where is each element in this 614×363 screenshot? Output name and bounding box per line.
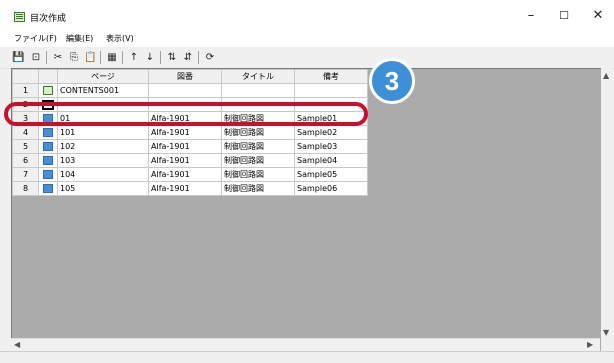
table-row[interactable]: 6 103 Alfa-1901 制御回路図 Sample04 <box>12 153 368 168</box>
menu-file[interactable]: ファイル(F) <box>14 33 57 44</box>
row-number[interactable]: 4 <box>12 125 39 140</box>
page-icon <box>43 156 53 165</box>
row-number[interactable]: 1 <box>12 83 39 98</box>
toolbar-separator <box>46 51 47 64</box>
col-header-zuban[interactable]: 図番 <box>148 69 222 84</box>
horizontal-scrollbar[interactable]: ◀ ▶ <box>11 338 600 351</box>
scroll-down-icon[interactable]: ▼ <box>603 328 609 337</box>
vertical-scrollbar[interactable]: ▲ ▼ <box>601 68 612 350</box>
cell-note[interactable]: Sample05 <box>294 167 368 182</box>
cell-note[interactable]: Sample02 <box>294 125 368 140</box>
save-icon[interactable]: 💾 <box>12 50 24 65</box>
cell-title[interactable]: 制御回路図 <box>221 181 295 196</box>
cell-note[interactable]: Sample06 <box>294 181 368 196</box>
book-icon <box>43 86 53 95</box>
cell-zuban[interactable]: Alfa-1901 <box>148 153 222 168</box>
grid-header-row: ページ 図番 タイトル 備考 <box>12 69 368 84</box>
menu-bar: ファイル(F) 編集(E) 表示(V) <box>0 30 614 47</box>
row-number[interactable]: 6 <box>12 153 39 168</box>
icon-header <box>38 69 58 84</box>
col-header-title[interactable]: タイトル <box>221 69 295 84</box>
cell-page[interactable]: 103 <box>57 153 149 168</box>
table-row[interactable]: 5 102 Alfa-1901 制御回路図 Sample03 <box>12 139 368 154</box>
cell-page[interactable]: 101 <box>57 125 149 140</box>
step-number-badge: 3 <box>369 58 415 104</box>
cell-note[interactable] <box>294 83 368 98</box>
icon-cell[interactable] <box>38 125 58 140</box>
refresh-icon[interactable]: ⟳ <box>204 50 216 65</box>
table-row[interactable]: 7 104 Alfa-1901 制御回路図 Sample05 <box>12 167 368 182</box>
cell-zuban[interactable]: Alfa-1901 <box>148 181 222 196</box>
maximize-button[interactable]: ☐ <box>549 6 579 26</box>
page-icon <box>43 142 53 151</box>
page-icon <box>43 184 53 193</box>
cell-page[interactable]: 104 <box>57 167 149 182</box>
icon-cell[interactable] <box>38 139 58 154</box>
sort-descending-icon[interactable]: ⇵ <box>182 50 194 65</box>
col-header-note[interactable]: 備考 <box>294 69 368 84</box>
cell-title[interactable]: 制御回路図 <box>221 139 295 154</box>
cell-zuban[interactable]: Alfa-1901 <box>148 139 222 154</box>
sort-ascending-icon[interactable]: ⇅ <box>166 50 178 65</box>
row-number[interactable]: 5 <box>12 139 39 154</box>
move-down-icon[interactable]: ↓ <box>144 50 156 65</box>
highlight-ring <box>4 102 368 126</box>
icon-cell[interactable] <box>38 167 58 182</box>
title-bar: 目次作成 – ☐ ✕ <box>0 0 614 30</box>
toolbar-separator <box>198 51 199 64</box>
icon-cell[interactable] <box>38 83 58 98</box>
copy-icon[interactable]: ⎘ <box>68 50 80 65</box>
cut-icon[interactable]: ✂ <box>52 50 64 65</box>
scroll-right-icon[interactable]: ▶ <box>587 340 593 349</box>
page-icon <box>43 170 53 179</box>
cell-note[interactable]: Sample03 <box>294 139 368 154</box>
table-row[interactable]: 1 CONTENTS001 <box>12 83 368 98</box>
cell-zuban[interactable]: Alfa-1901 <box>148 125 222 140</box>
row-number-header <box>12 69 39 84</box>
table-row[interactable]: 8 105 Alfa-1901 制御回路図 Sample06 <box>12 181 368 196</box>
cell-page[interactable]: 105 <box>57 181 149 196</box>
row-number[interactable]: 8 <box>12 181 39 196</box>
grid-icon[interactable]: ▦ <box>106 50 118 65</box>
page-icon <box>43 128 53 137</box>
minimize-button[interactable]: – <box>516 6 546 26</box>
data-grid: ページ 図番 タイトル 備考 1 CONTENTS001 2 3 01 Alfa-1901… <box>12 69 368 196</box>
toolbar-separator <box>122 51 123 64</box>
toolbar-separator <box>100 51 101 64</box>
move-up-icon[interactable]: ↑ <box>128 50 140 65</box>
status-bar <box>0 351 614 363</box>
toolbar-separator <box>160 51 161 64</box>
cell-note[interactable]: Sample04 <box>294 153 368 168</box>
cell-zuban[interactable] <box>148 83 222 98</box>
menu-edit[interactable]: 編集(E) <box>66 33 93 44</box>
cell-title[interactable]: 制御回路図 <box>221 125 295 140</box>
cell-page[interactable]: CONTENTS001 <box>57 83 149 98</box>
icon-cell[interactable] <box>38 153 58 168</box>
window-title: 目次作成 <box>30 14 67 24</box>
table-row[interactable]: 4 101 Alfa-1901 制御回路図 Sample02 <box>12 125 368 140</box>
app-icon <box>14 12 25 22</box>
cell-title[interactable]: 制御回路図 <box>221 153 295 168</box>
cell-title[interactable]: 制御回路図 <box>221 167 295 182</box>
print-icon[interactable]: ⊡ <box>30 50 42 65</box>
close-button[interactable]: ✕ <box>583 6 613 26</box>
paste-icon[interactable]: 📋 <box>84 50 96 65</box>
scroll-left-icon[interactable]: ◀ <box>14 340 20 349</box>
cell-title[interactable] <box>221 83 295 98</box>
cell-page[interactable]: 102 <box>57 139 149 154</box>
toolbar: 💾 ⊡ ✂ ⎘ 📋 ▦ ↑ ↓ ⇅ ⇵ ⟳ <box>0 48 614 69</box>
cell-zuban[interactable]: Alfa-1901 <box>148 167 222 182</box>
icon-cell[interactable] <box>38 181 58 196</box>
grid-body: 1 CONTENTS001 2 3 01 Alfa-1901 制御回路図 Sample01 4 1… <box>12 83 368 196</box>
menu-view[interactable]: 表示(V) <box>106 33 134 44</box>
scroll-up-icon[interactable]: ▲ <box>603 71 609 80</box>
col-header-page[interactable]: ページ <box>57 69 149 84</box>
row-number[interactable]: 7 <box>12 167 39 182</box>
